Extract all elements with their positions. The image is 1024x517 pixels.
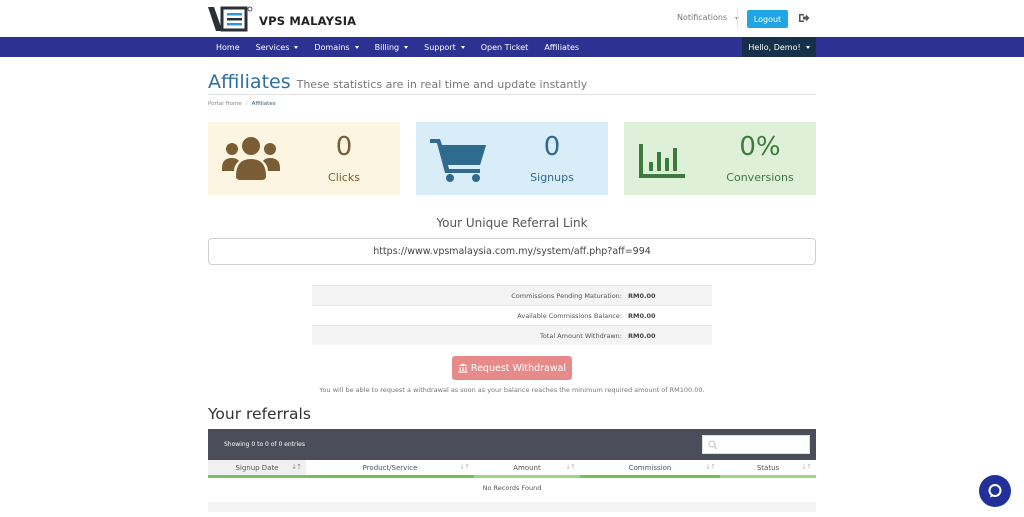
clicks-value: 0 <box>335 132 353 162</box>
brand-name: VPS MALAYSIA <box>259 14 357 28</box>
column-header-label: Commission <box>628 463 672 472</box>
column-header-amount[interactable]: Amount ↓↑ <box>474 460 580 478</box>
commission-row: Total Amount Withdrawn: RM0.00 <box>312 325 712 345</box>
breadcrumb-portal-home[interactable]: Portal Home <box>208 101 242 107</box>
sort-icon: ↓↑ <box>291 463 302 471</box>
nav-item-label: Affiliates <box>544 42 580 52</box>
referrals-table-toolbar: Showing 0 to 0 of 0 entries <box>208 429 816 460</box>
clicks-tile: 0 Clicks <box>208 122 400 195</box>
referral-link-field[interactable]: https://www.vpsmalaysia.com.my/system/af… <box>208 238 816 265</box>
table-footer <box>208 502 816 512</box>
page-header: Affiliates These statistics are in real … <box>208 71 816 95</box>
user-menu[interactable]: Hello, Demo! <box>742 37 816 57</box>
column-header-commission[interactable]: Commission ↓↑ <box>580 460 720 478</box>
notifications-dropdown[interactable]: Notifications <box>677 13 739 22</box>
chevron-down-icon <box>354 45 359 49</box>
conversions-value: 0% <box>739 132 781 162</box>
request-withdrawal-button[interactable]: Request Withdrawal <box>452 356 572 380</box>
commission-row: Commissions Pending Maturation: RM0.00 <box>312 285 712 305</box>
conversions-tile: 0% Conversions <box>624 122 816 195</box>
commission-label: Commissions Pending Maturation: <box>511 291 622 300</box>
nav-item-services[interactable]: Services <box>248 37 307 57</box>
column-header-signup-date[interactable]: Signup Date ↓↑ <box>208 460 306 478</box>
signups-label: Signups <box>530 171 574 184</box>
commission-value: RM0.00 <box>628 331 656 340</box>
search-icon <box>708 440 718 450</box>
referral-link-title: Your Unique Referral Link <box>436 216 588 230</box>
commissions-table: Commissions Pending Maturation: RM0.00 Ava… <box>312 285 712 345</box>
table-search-input[interactable] <box>702 435 810 454</box>
chevron-down-icon <box>404 45 409 49</box>
breadcrumb-separator: / <box>245 101 248 107</box>
nav-item-home[interactable]: Home <box>208 37 248 57</box>
column-header-status[interactable]: Status ↓↑ <box>720 460 816 478</box>
signups-tile: 0 Signups <box>416 122 608 195</box>
divider <box>737 9 738 27</box>
request-withdrawal-label: Request Withdrawal <box>470 362 567 374</box>
notifications-label: Notifications <box>677 13 728 22</box>
sort-icon: ↓↑ <box>565 463 576 471</box>
bank-icon <box>458 363 468 373</box>
user-greeting: Hello, Demo! <box>748 42 801 52</box>
nav-item-label: Home <box>216 42 240 52</box>
nav-item-label: Domains <box>314 42 350 52</box>
referrals-table-header: Signup Date ↓↑ Product/Service ↓↑ Amount ↓↑ Co… <box>208 460 816 478</box>
nav-item-label: Services <box>255 42 290 52</box>
column-header-label: Product/Service <box>362 463 418 472</box>
nav-item-support[interactable]: Support <box>416 37 473 57</box>
commission-label: Total Amount Withdrawn: <box>539 331 622 340</box>
page-title: Affiliates <box>208 71 291 93</box>
shopping-cart-icon <box>430 139 486 182</box>
breadcrumb: Portal Home / Affiliates <box>208 101 816 111</box>
commission-value: RM0.00 <box>628 311 656 320</box>
nav-item-label: Billing <box>374 42 400 52</box>
nav-item-open-ticket[interactable]: Open Ticket <box>473 37 537 57</box>
commission-label: Available Commissions Balance: <box>517 311 622 320</box>
withdrawal-note: You will be able to request a withdrawal… <box>319 386 705 394</box>
clicks-label: Clicks <box>328 171 360 184</box>
nav-item-domains[interactable]: Domains <box>306 37 366 57</box>
nav-item-label: Open Ticket <box>480 42 529 52</box>
signups-value: 0 <box>543 132 561 162</box>
chevron-down-icon <box>294 45 299 49</box>
stats-tiles: 0 Clicks 0 Signups 0% Conversions <box>208 122 816 195</box>
sort-icon: ↓↑ <box>705 463 716 471</box>
nav-item-affiliates[interactable]: Affiliates <box>536 37 587 57</box>
commission-row: Available Commissions Balance: RM0.00 <box>312 305 712 325</box>
commission-value: RM0.00 <box>628 291 656 300</box>
live-chat-button[interactable] <box>979 475 1011 507</box>
referrals-heading: Your referrals <box>208 405 311 423</box>
main-navbar: Home Services Domains Billing Support Open Ti… <box>0 37 1024 57</box>
logo-mark-icon <box>208 6 253 32</box>
column-header-label: Status <box>756 463 780 472</box>
column-header-label: Signup Date <box>235 463 279 472</box>
breadcrumb-current: Affiliates <box>251 101 276 107</box>
chat-icon <box>988 484 1002 498</box>
nav-item-label: Support <box>424 42 456 52</box>
sort-icon: ↓↑ <box>801 463 812 471</box>
bar-chart-icon <box>639 144 685 178</box>
main-content: Affiliates These statistics are in real … <box>208 71 816 512</box>
chevron-down-icon <box>805 45 810 49</box>
nav-menu: Home Services Domains Billing Support Open Ti… <box>208 37 587 57</box>
sort-icon: ↓↑ <box>459 463 470 471</box>
column-header-product-service[interactable]: Product/Service ↓↑ <box>306 460 474 478</box>
column-header-label: Amount <box>513 463 541 472</box>
top-bar: VPS MALAYSIA Notifications Logout <box>0 0 1024 37</box>
entries-info: Showing 0 to 0 of 0 entries <box>224 441 305 448</box>
empty-table-message: No Records Found <box>482 484 542 492</box>
nav-item-billing[interactable]: Billing <box>367 37 417 57</box>
users-icon <box>222 137 280 180</box>
page-subtitle: These statistics are in real time and up… <box>296 78 588 91</box>
chevron-down-icon <box>460 45 465 49</box>
logo[interactable]: VPS MALAYSIA <box>208 6 356 32</box>
logout-button[interactable]: Logout <box>747 10 788 28</box>
sign-out-icon[interactable] <box>798 12 810 24</box>
conversions-label: Conversions <box>726 171 794 184</box>
